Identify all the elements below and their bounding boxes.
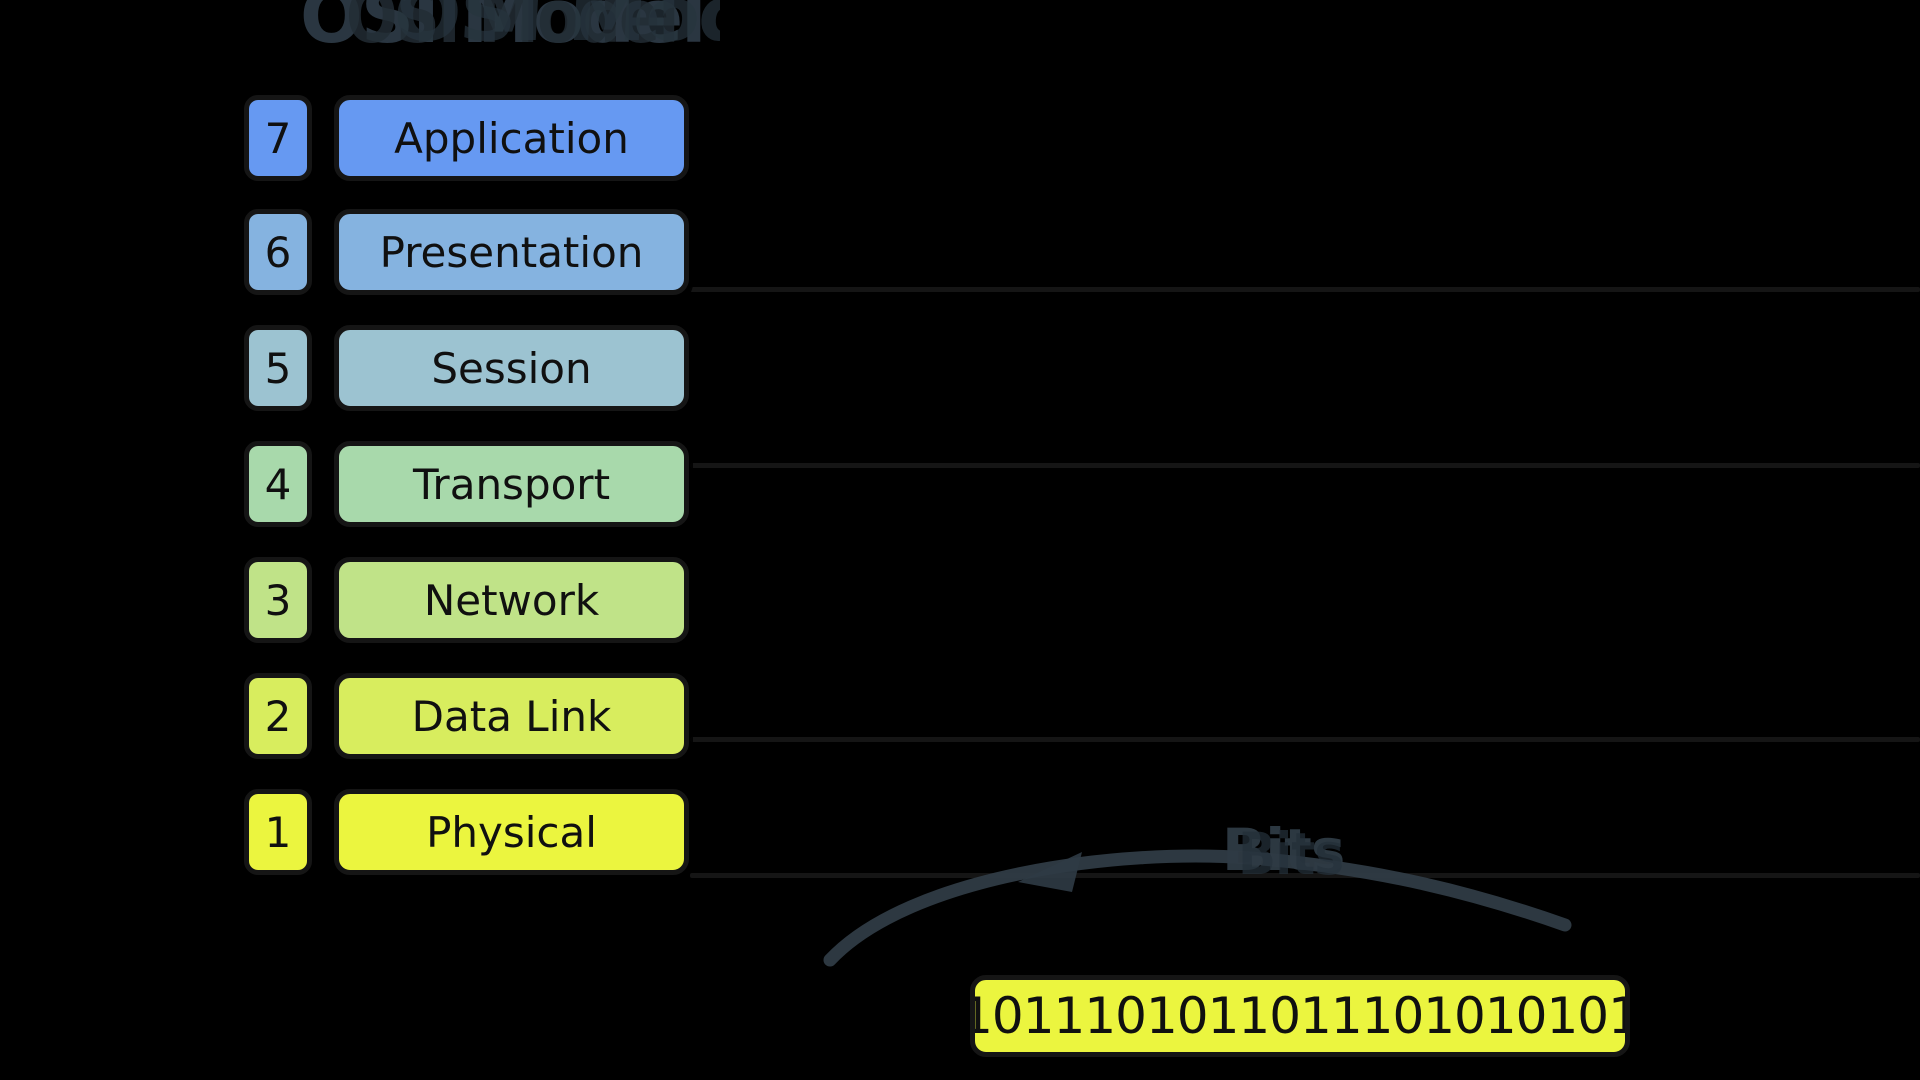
layer-name-3[interactable]: Network (334, 557, 689, 643)
layer-number-6: 6 (244, 209, 312, 295)
layer-name-label: Transport (412, 459, 611, 509)
layer-number-label: 2 (264, 691, 292, 741)
layer-name-6[interactable]: Presentation (334, 209, 689, 295)
diagram-canvas: OSI Model OSI Model OSI Model 7 Applicat… (0, 0, 1920, 1080)
layer-number-label: 6 (264, 227, 292, 277)
layer-name-label: Data Link (411, 691, 612, 741)
layer-name-5[interactable]: Session (334, 325, 689, 411)
layer-name-label: Presentation (379, 227, 644, 277)
bits-label-ghost: Bits (1238, 820, 1344, 888)
layer-number-5: 5 (244, 325, 312, 411)
layer-name-label: Network (423, 575, 600, 625)
layer-number-4: 4 (244, 441, 312, 527)
layer-name-1[interactable]: Physical (334, 789, 689, 875)
connector-rule-6 (690, 287, 1920, 292)
layer-number-3: 3 (244, 557, 312, 643)
layer-number-label: 4 (264, 459, 292, 509)
connector-rule-2 (690, 737, 1920, 742)
flow-arrow-icon (823, 849, 1572, 967)
connector-rule-4 (690, 463, 1920, 468)
layer-name-label: Physical (426, 807, 597, 857)
layer-number-7: 7 (244, 95, 312, 181)
binary-string: 010111010110111010101011 (975, 987, 1625, 1045)
layer-number-label: 3 (264, 575, 292, 625)
layer-number-2: 2 (244, 673, 312, 759)
binary-data-box: 010111010110111010101011 (970, 975, 1630, 1057)
layer-name-2[interactable]: Data Link (334, 673, 689, 759)
layer-number-label: 5 (264, 343, 292, 393)
layer-name-4[interactable]: Transport (334, 441, 689, 527)
page-title: OSI Model OSI Model OSI Model (300, 0, 720, 66)
layer-number-label: 1 (264, 807, 292, 857)
layer-name-7[interactable]: Application (334, 95, 689, 181)
layer-name-label: Session (431, 343, 592, 393)
bits-label: Bits Bits (1222, 816, 1345, 888)
layer-number-1: 1 (244, 789, 312, 875)
layer-name-label: Application (394, 113, 629, 163)
layer-number-label: 7 (264, 113, 292, 163)
page-title-ghost-b: OSI Model (391, 0, 720, 58)
